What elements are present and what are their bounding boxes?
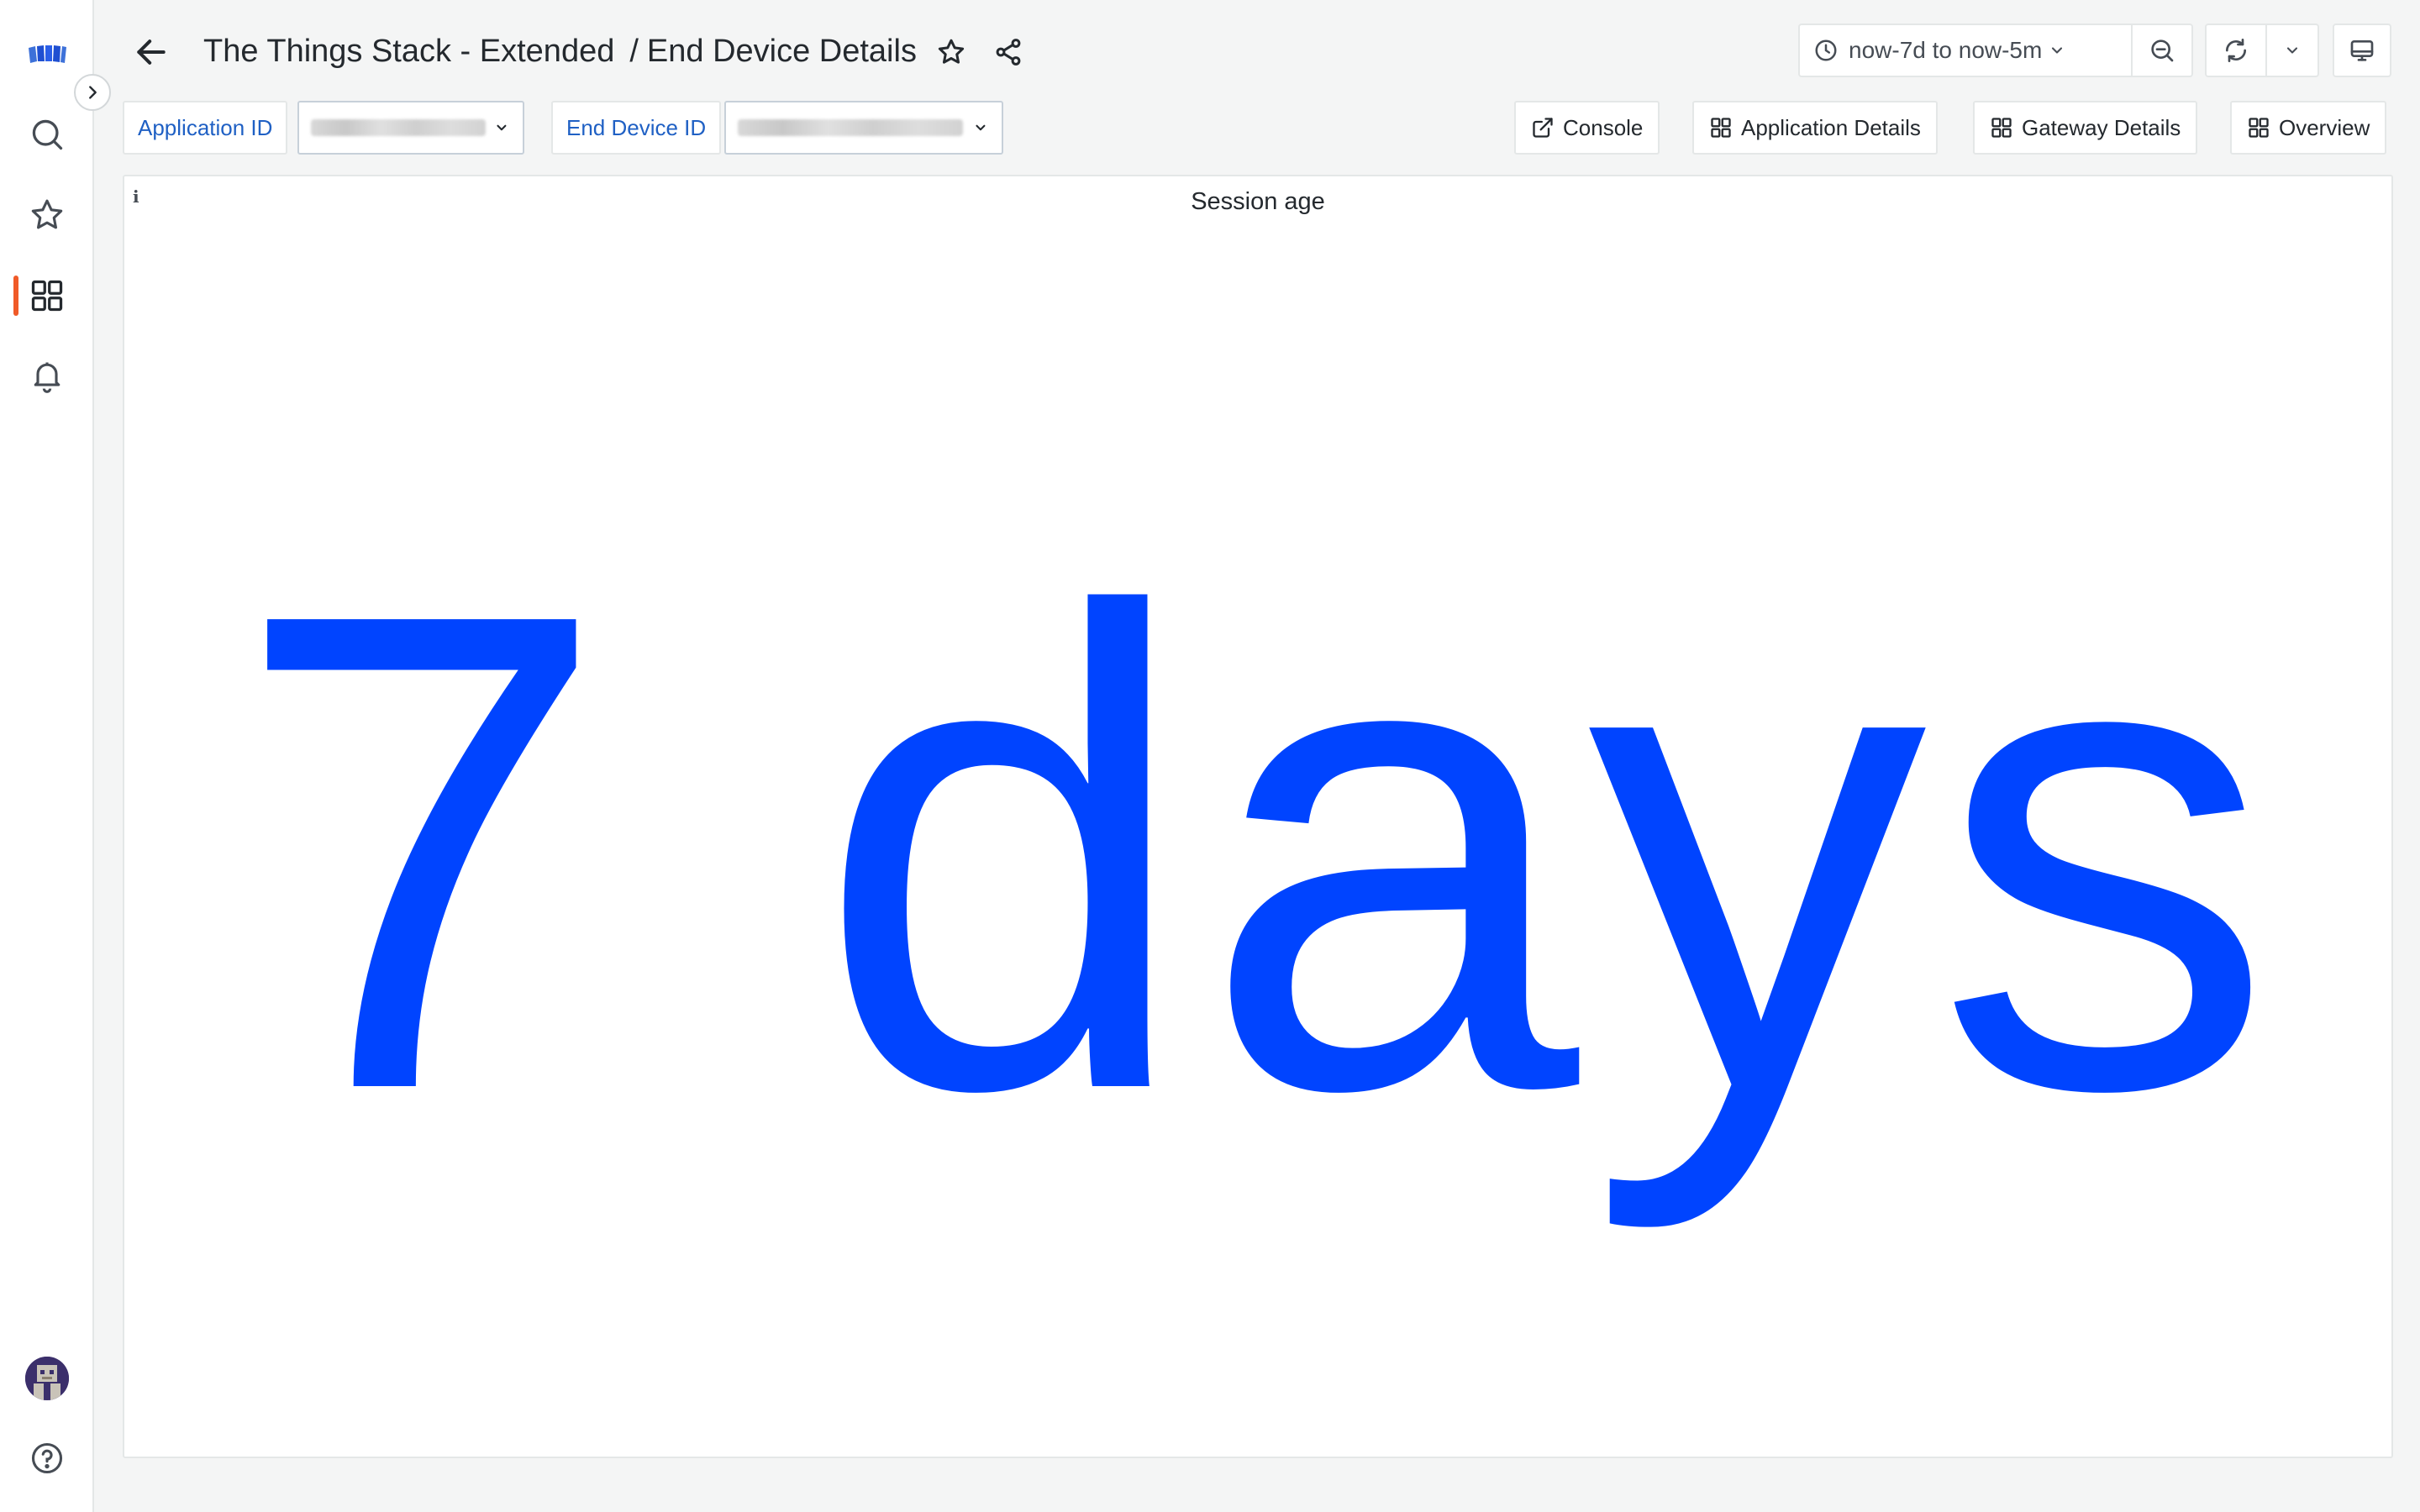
help-icon[interactable] (20, 1431, 74, 1485)
application-id-label: Application ID (123, 101, 288, 155)
time-range-picker[interactable]: now-7d to now-5m (1800, 25, 2131, 76)
gateway-details-link[interactable]: Gateway Details (1973, 101, 2198, 155)
application-id-select[interactable] (297, 101, 524, 155)
expand-sidebar-button[interactable] (74, 74, 111, 111)
application-details-link-label: Application Details (1741, 114, 1921, 140)
refresh-interval-dropdown[interactable] (2267, 25, 2317, 76)
search-icon[interactable] (20, 108, 74, 161)
external-link-icon (1533, 118, 1553, 138)
share-icon (996, 39, 1021, 66)
dashboard-title: End Device Details (646, 33, 917, 69)
dashboards-icon (1711, 118, 1731, 138)
breadcrumb-folder[interactable]: The Things Stack - Extended (203, 34, 614, 70)
zoom-out-icon (2151, 39, 2174, 62)
stat-value: 7 days (232, 473, 2284, 1231)
chevron-down-icon (2286, 47, 2298, 54)
overview-link-label: Overview (2279, 114, 2370, 140)
refresh-icon (2226, 39, 2246, 62)
zoom-out-button[interactable] (2133, 25, 2191, 76)
page-title: The Things Stack - Extended / End Device… (203, 30, 917, 72)
time-range-label: now-7d to now-5m (1849, 37, 2043, 63)
console-link[interactable]: Console (1514, 101, 1660, 155)
breadcrumb-separator: / (629, 33, 639, 69)
arrow-left-icon (137, 39, 166, 65)
application-id-value-redacted (311, 119, 487, 136)
end-device-id-value-redacted (738, 119, 964, 136)
dashboards-icon (2249, 118, 2269, 138)
refresh-button[interactable] (2207, 25, 2265, 76)
console-link-label: Console (1563, 114, 1644, 140)
active-indicator (13, 276, 18, 316)
back-button[interactable] (128, 29, 175, 76)
chevron-down-icon (2052, 47, 2063, 54)
chevron-right-icon (89, 86, 97, 99)
tv-mode-button[interactable] (2333, 24, 2391, 77)
gateway-details-link-label: Gateway Details (2022, 114, 2181, 140)
star-button[interactable] (929, 30, 973, 74)
dashboards-icon (1991, 118, 2012, 138)
bell-icon[interactable] (20, 349, 74, 403)
avatar[interactable] (25, 1357, 69, 1400)
logo-icon[interactable] (20, 27, 74, 81)
star-icon (938, 39, 965, 64)
chevron-down-icon (976, 124, 986, 131)
refresh-group (2205, 24, 2319, 77)
sidebar (0, 0, 94, 1512)
application-details-link[interactable]: Application Details (1692, 101, 1938, 155)
starred-icon[interactable] (20, 188, 74, 242)
overview-link[interactable]: Overview (2230, 101, 2387, 155)
share-button[interactable] (986, 30, 1030, 74)
end-device-id-label: End Device ID (551, 101, 722, 155)
clock-icon (1815, 39, 1837, 61)
end-device-id-select[interactable] (724, 101, 1003, 155)
tv-icon (2350, 40, 2374, 61)
dashboards-icon[interactable] (20, 269, 74, 323)
chevron-down-icon (497, 124, 507, 131)
panel-title[interactable]: Session age (124, 188, 2391, 216)
time-picker-group: now-7d to now-5m (1798, 24, 2193, 77)
session-age-panel[interactable]: i Session age 7 days (123, 175, 2393, 1458)
